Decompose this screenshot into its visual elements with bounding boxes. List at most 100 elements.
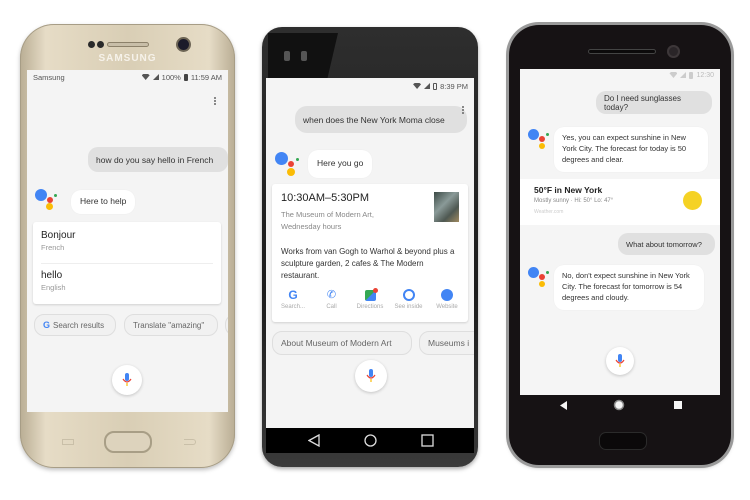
mic-button[interactable] [112,365,142,395]
action-search[interactable]: G Search... [274,288,312,310]
chip-label: Museums i [428,338,470,348]
signal-icon [424,83,431,89]
day-label: Wednesday hours [281,222,342,231]
action-directions[interactable]: Directions [351,287,389,310]
divider [41,263,213,264]
home-icon[interactable] [364,434,377,447]
mic-icon [366,369,376,382]
carrier-label: Samsung [33,72,65,82]
action-label: Directions [356,304,384,310]
recents-softkey-icon[interactable] [62,439,74,445]
translation-card[interactable]: Bonjour French hello English [33,222,221,304]
signal-icon [152,74,159,80]
home-button[interactable] [104,431,152,453]
action-label: Call [326,304,337,310]
google-g-icon: G [43,320,51,330]
back-softkey-icon[interactable] [184,439,196,445]
google-assistant-logo-icon [528,267,552,293]
maps-icon [351,287,389,302]
mic-button[interactable] [355,360,387,392]
status-bar: Samsung 100% 11:59 AM [27,70,228,84]
globe-icon [428,288,466,302]
action-call[interactable]: ✆ Call [313,288,351,310]
translation-item: Bonjour French [41,230,75,252]
status-bar: 8:39 PM [266,78,474,94]
weather-detail: Mostly sunny · Hi: 50° Lo: 47° [534,198,614,204]
phone-icon: ✆ [326,289,337,301]
assistant-reply-text: Here to help [80,196,127,206]
chip-label: Translate "amazing" [133,320,205,330]
more-vert-icon[interactable] [213,96,217,108]
action-row: G Search... ✆ Call Directions See inside… [274,287,466,310]
clock: 12:30 [696,71,714,79]
front-camera [284,51,290,61]
user-query-bubble: how do you say hello in French [88,147,228,172]
google-assistant-logo-icon [275,152,299,178]
clock: 11:59 AM [190,72,222,82]
mic-icon [122,373,132,386]
user-query-bubble: Do I need sunglasses today? [596,91,712,114]
front-camera [667,45,680,58]
fingerprint-sensor [600,433,646,449]
suggestion-chip-overflow[interactable] [225,314,228,336]
museum-thumbnail[interactable] [434,192,459,222]
weather-card[interactable]: 50°F in New York Mostly sunny · Hi: 50° … [520,179,720,225]
action-website[interactable]: Website [428,288,466,310]
navigation-bar [520,395,720,417]
back-icon[interactable] [560,401,568,410]
action-see-inside[interactable]: See inside [390,288,428,310]
user-query-bubble: What about tomorrow? [618,233,715,255]
action-label: See inside [394,304,423,310]
sun-icon [683,191,702,210]
wifi-icon [141,74,150,80]
weather-title: 50°F in New York [534,185,603,195]
source-word: hello [41,270,63,281]
sensor [88,41,95,48]
navigation-bar [266,428,474,453]
earpiece-speaker [588,49,656,54]
status-bar: 12:30 [520,69,720,81]
lg-phone: 8:39 PM when does the New York Moma clos… [262,27,478,467]
recents-icon[interactable] [674,401,682,409]
assistant-reply-bubble: No, don't expect sunshine in New York Ci… [554,265,704,310]
signal-icon [680,72,687,78]
language-label: French [41,243,65,252]
description-text: Works from van Gogh to Warhol & beyond p… [281,247,455,280]
battery-icon [433,82,438,90]
battery-icon [689,71,694,79]
user-query-text: Do I need sunglasses today? [604,93,681,112]
more-vert-icon[interactable] [461,105,465,117]
front-camera [178,39,189,50]
front-camera [301,51,307,61]
museum-hours-card[interactable]: 10:30AM–5:30PM The Museum of Modern Art,… [272,184,468,322]
translation-item: hello English [41,270,66,292]
action-label: Website [436,304,458,310]
assistant-screen: Samsung 100% 11:59 AM how do you say hel… [27,70,228,412]
back-icon[interactable] [308,434,320,447]
user-query-text: What about tomorrow? [626,239,702,249]
weather-source-link[interactable]: Weather.com [534,209,563,215]
home-icon[interactable] [613,399,625,411]
assistant-reply-text: No, don't expect sunshine in New York Ci… [562,271,690,302]
suggestion-chip-museums[interactable]: Museums i [419,331,474,355]
user-query-text: when does the New York Moma close [303,114,445,125]
clock: 8:39 PM [440,81,468,91]
battery-percent: 100% [161,72,181,82]
suggestion-chip-about-museum[interactable]: About Museum of Modern Art [272,331,412,355]
street-view-icon [390,288,428,302]
wifi-icon [669,72,678,78]
google-assistant-logo-icon [35,189,59,215]
mic-button[interactable] [606,347,634,375]
suggestion-chip-translate[interactable]: Translate "amazing" [124,314,218,336]
earpiece-speaker [107,42,149,47]
suggestion-chip-search-results[interactable]: G Search results [34,314,116,336]
google-g-icon: G [288,288,298,302]
assistant-screen: 12:30 Do I need sunglasses today? Yes, y… [520,69,720,395]
brand-logo: SAMSUNG [98,53,157,64]
assistant-reply-text: Yes, you can expect sunshine in New York… [562,133,687,164]
recents-icon[interactable] [421,434,434,447]
action-label: Search... [280,304,305,310]
chip-label: Search results [53,320,105,330]
user-query-bubble: when does the New York Moma close [295,106,467,133]
language-label: English [41,283,66,292]
